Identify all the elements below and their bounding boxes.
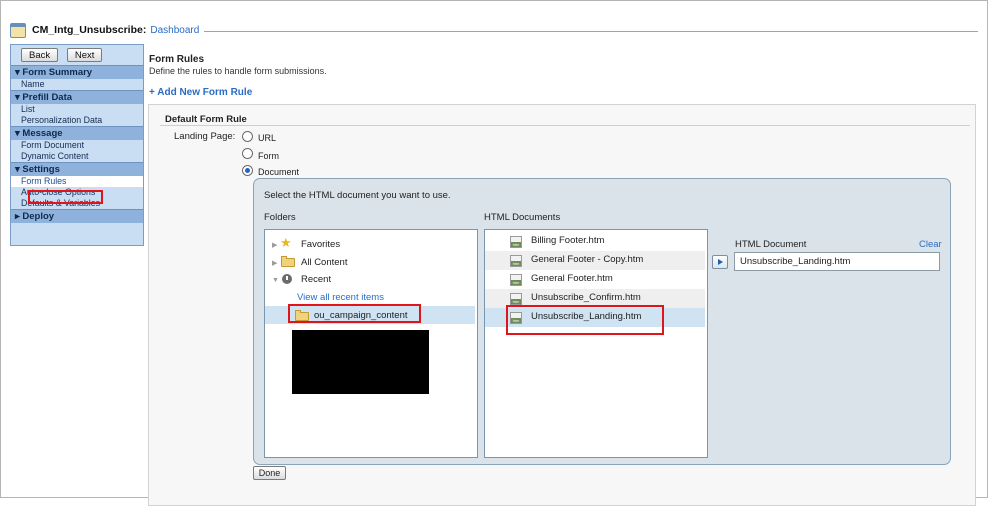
radio-document[interactable] (242, 165, 253, 176)
doc-row[interactable]: General Footer - Copy.htm (485, 251, 705, 270)
clock-icon (282, 274, 292, 284)
html-file-icon (510, 236, 522, 248)
view-all-recent-link[interactable]: View all recent items (297, 289, 384, 306)
html-documents-label: HTML Documents (484, 212, 561, 223)
html-file-icon (510, 293, 522, 305)
radio-document-label: Document (258, 167, 300, 177)
add-form-rule-link[interactable]: + Add New Form Rule (149, 87, 252, 98)
clear-link[interactable]: Clear (919, 239, 942, 250)
landing-page-label: Landing Page: (174, 131, 236, 142)
nav-item-personalization-data[interactable]: Personalization Data (11, 115, 143, 126)
nav-item-list[interactable]: List (11, 104, 143, 115)
doc-name: General Footer - Copy.htm (531, 254, 644, 265)
html-document-label: HTML Document (735, 239, 807, 250)
html-file-icon (510, 312, 522, 324)
nav-section-form-summary[interactable]: ▾ Form Summary (11, 65, 143, 79)
star-icon: ★ (280, 235, 292, 250)
tree-item-recent[interactable]: Recent (301, 271, 331, 288)
doc-row[interactable]: Billing Footer.htm (485, 232, 705, 251)
html-file-icon (510, 255, 522, 267)
html-document-field[interactable]: Unsubscribe_Landing.htm (734, 252, 940, 271)
expand-arrow-icon[interactable]: ▶ (272, 241, 277, 249)
picker-prompt: Select the HTML document you want to use… (264, 190, 451, 201)
left-navigation: Back Next ▾ Form Summary Name ▾ Prefill … (10, 44, 144, 246)
page-title: Form Rules (149, 54, 205, 65)
collapse-arrow-icon[interactable]: ▼ (272, 277, 279, 284)
page-header: CM_Intg_Unsubscribe: Dashboard (10, 22, 199, 38)
radio-form-label: Form (258, 151, 279, 161)
rule-title: Default Form Rule (165, 114, 247, 125)
doc-row[interactable]: General Footer.htm (485, 270, 705, 289)
nav-item-defaults-variables[interactable]: Defaults & Variables (11, 198, 143, 209)
nav-buttons: Back Next (11, 45, 143, 65)
header-divider (204, 31, 978, 32)
nav-section-deploy[interactable]: ▸ Deploy (11, 209, 143, 223)
doc-name: Unsubscribe_Confirm.htm (531, 292, 641, 303)
tree-item-favorites[interactable]: Favorites (301, 236, 340, 253)
folder-icon (295, 310, 309, 321)
doc-row-selected[interactable]: Unsubscribe_Landing.htm (485, 308, 705, 327)
page-description: Define the rules to handle form submissi… (149, 66, 327, 76)
nav-section-settings[interactable]: ▾ Settings (11, 162, 143, 176)
nav-item-dynamic-content[interactable]: Dynamic Content (11, 151, 143, 162)
nav-item-auto-close-options[interactable]: Auto-close Options (11, 187, 143, 198)
done-button[interactable]: Done (253, 466, 286, 480)
nav-item-form-document[interactable]: Form Document (11, 140, 143, 151)
html-documents-list[interactable]: Billing Footer.htm General Footer - Copy… (484, 229, 708, 458)
radio-form[interactable] (242, 148, 253, 159)
doc-name: General Footer.htm (531, 273, 613, 284)
tree-item-ou-campaign-content[interactable]: ou_campaign_content (314, 307, 408, 324)
html-file-icon (510, 274, 522, 286)
dashboard-link[interactable]: Dashboard (150, 25, 199, 36)
redacted-block (292, 330, 429, 394)
radio-url[interactable] (242, 131, 253, 142)
tree-item-all-content[interactable]: All Content (301, 254, 347, 271)
next-button[interactable]: Next (66, 48, 103, 62)
calendar-icon (10, 22, 26, 38)
nav-item-name[interactable]: Name (11, 79, 143, 90)
radio-url-label: URL (258, 133, 277, 143)
back-button[interactable]: Back (21, 48, 59, 62)
nav-item-form-rules[interactable]: Form Rules (11, 176, 143, 187)
form-title: CM_Intg_Unsubscribe: (32, 24, 147, 36)
folders-label: Folders (264, 212, 296, 223)
doc-name: Unsubscribe_Landing.htm (531, 311, 642, 322)
doc-name: Billing Footer.htm (531, 235, 605, 246)
folder-icon (281, 256, 295, 267)
nav-section-message[interactable]: ▾ Message (11, 126, 143, 140)
expand-arrow-icon[interactable]: ▶ (272, 259, 277, 267)
move-right-button[interactable] (712, 255, 728, 269)
nav-section-prefill-data[interactable]: ▾ Prefill Data (11, 90, 143, 104)
rule-divider (160, 125, 970, 126)
doc-row[interactable]: Unsubscribe_Confirm.htm (485, 289, 705, 308)
